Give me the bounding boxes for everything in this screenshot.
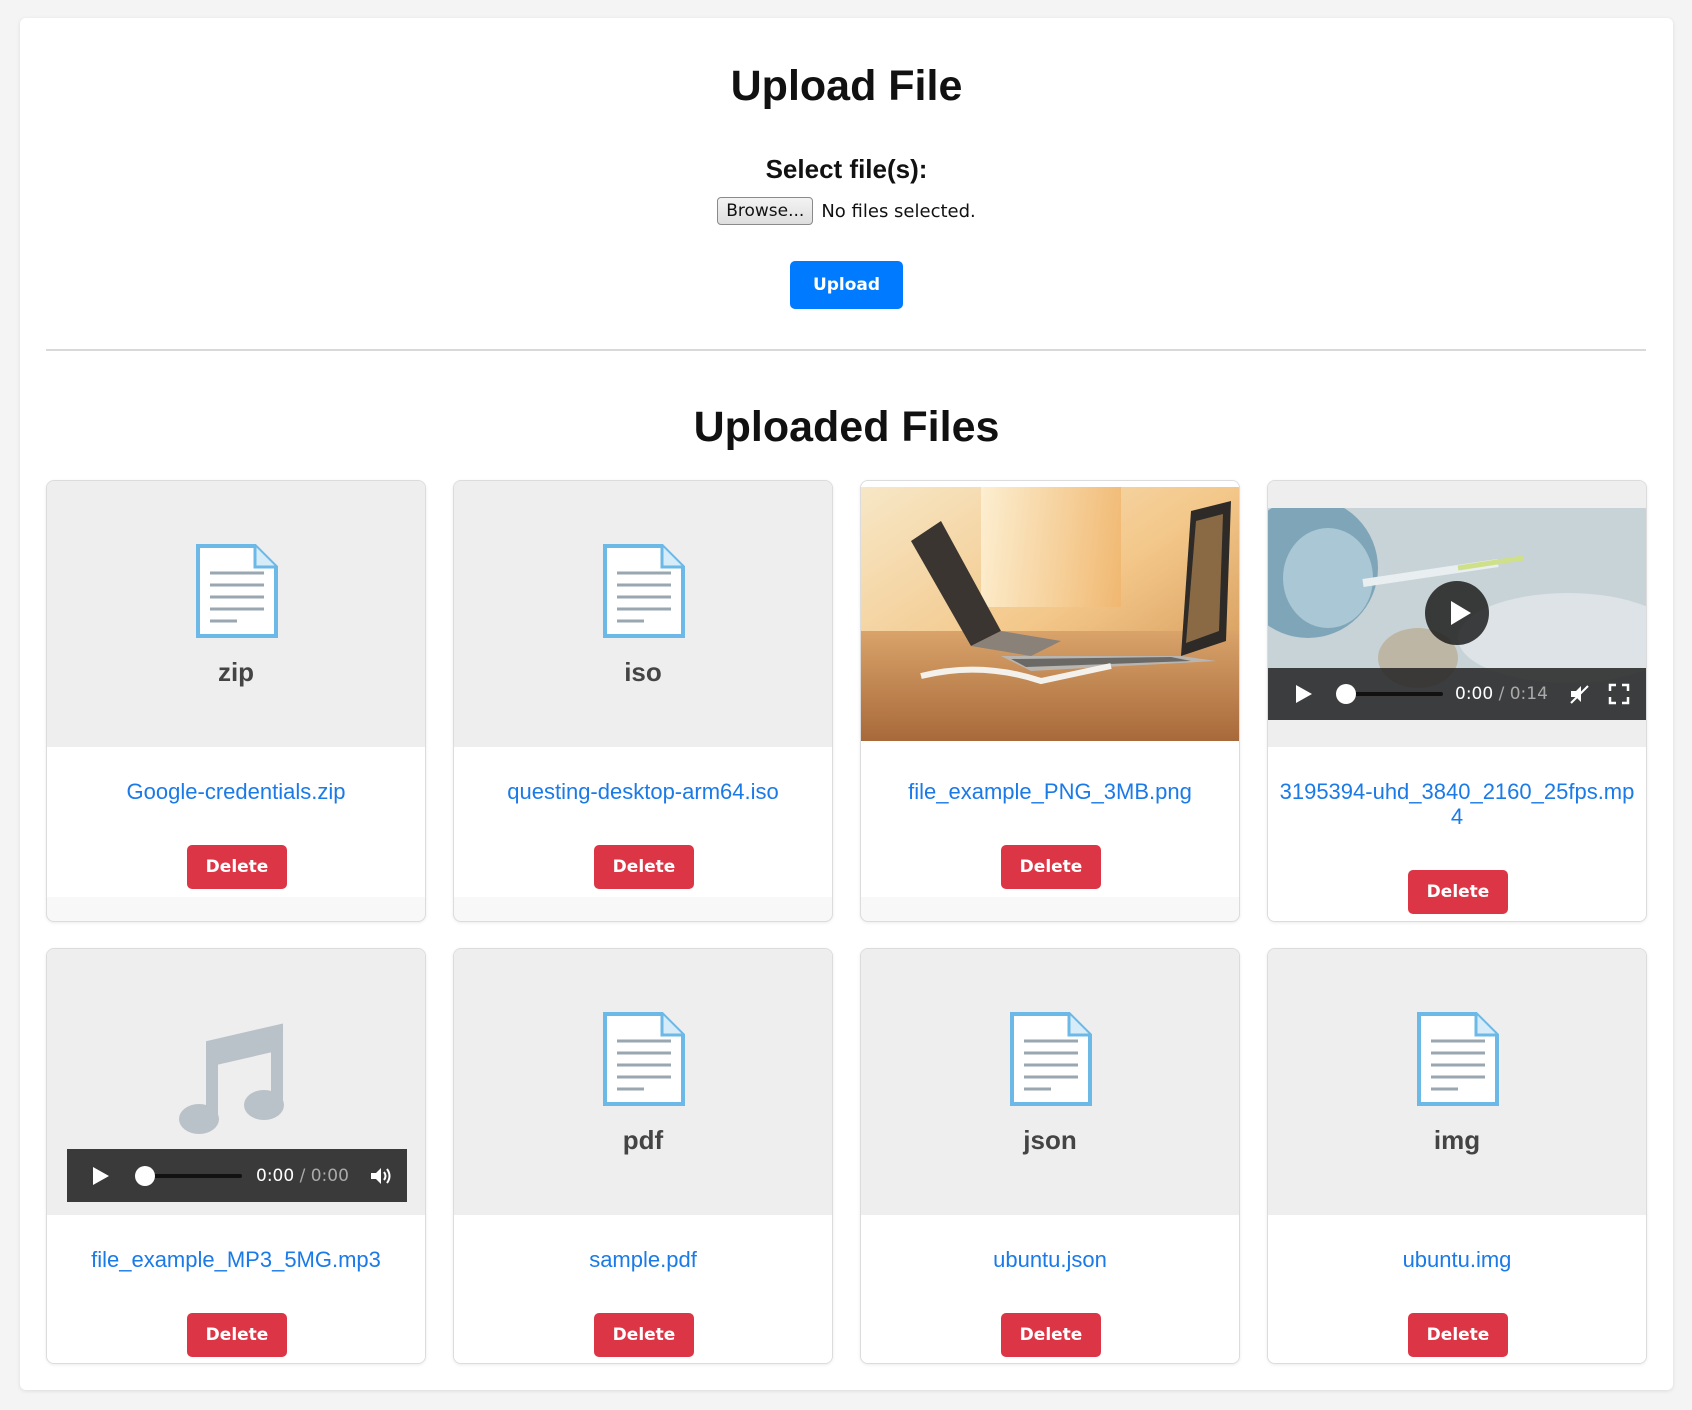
file-card-body: questing-desktop-arm64.iso Delete: [454, 747, 832, 897]
image-thumbnail[interactable]: [861, 481, 1239, 747]
file-link[interactable]: questing-desktop-arm64.iso: [464, 779, 822, 804]
file-extension: img: [1433, 1125, 1481, 1155]
document-icon: [196, 544, 278, 638]
file-card-body: ubuntu.img Delete: [1268, 1215, 1646, 1363]
document-icon: [1417, 1012, 1499, 1106]
browse-button[interactable]: Browse...: [717, 197, 814, 225]
file-input[interactable]: Browse... No files selected.: [20, 197, 1673, 225]
file-extension: iso: [624, 657, 662, 687]
delete-button[interactable]: Delete: [594, 845, 694, 889]
video-controls: 0:00 / 0:14: [1268, 668, 1646, 720]
delete-button[interactable]: Delete: [1408, 1313, 1508, 1357]
upload-button[interactable]: Upload: [790, 261, 903, 309]
audio-time: 0:00 / 0:00: [256, 1165, 349, 1186]
video-time: 0:00 / 0:14: [1455, 684, 1548, 704]
section-divider: [46, 349, 1646, 351]
file-card: 0:00 / 0:14 3195394-uhd_3840_2160_25fps.…: [1267, 480, 1647, 922]
file-card-body: Google-credentials.zip Delete: [47, 747, 425, 897]
delete-button[interactable]: Delete: [1001, 1313, 1101, 1357]
file-preview: 0:00 / 0:00: [47, 949, 425, 1215]
document-icon: [603, 1012, 685, 1106]
delete-button[interactable]: Delete: [594, 1313, 694, 1357]
file-preview: img: [1268, 949, 1646, 1215]
file-card: pdf sample.pdf Delete: [453, 948, 833, 1364]
page-title: Upload File: [730, 62, 963, 110]
file-card-body: file_example_MP3_5MG.mp3 Delete: [47, 1215, 425, 1363]
delete-button[interactable]: Delete: [187, 845, 287, 889]
file-link[interactable]: file_example_MP3_5MG.mp3: [57, 1247, 415, 1272]
file-card: file_example_PNG_3MB.png Delete: [860, 480, 1240, 922]
file-preview: json: [861, 949, 1239, 1215]
play-icon: [1451, 601, 1471, 625]
file-link[interactable]: Google-credentials.zip: [57, 779, 415, 804]
audio-player[interactable]: 0:00 / 0:00: [67, 1149, 407, 1202]
progress-thumb[interactable]: [1336, 684, 1356, 704]
file-preview: iso: [454, 481, 832, 747]
file-link[interactable]: ubuntu.img: [1278, 1247, 1636, 1272]
file-link[interactable]: ubuntu.json: [871, 1247, 1229, 1272]
file-input-status: No files selected.: [821, 200, 976, 222]
file-card: json ubuntu.json Delete: [860, 948, 1240, 1364]
file-link[interactable]: sample.pdf: [464, 1247, 822, 1272]
file-preview: zip: [47, 481, 425, 747]
uploaded-files-title: Uploaded Files: [693, 403, 1000, 451]
file-card: 0:00 / 0:00 file_example_MP3_5MG.mp3 Del…: [46, 948, 426, 1364]
play-icon[interactable]: [89, 1165, 111, 1187]
audio-progress[interactable]: [135, 1165, 242, 1186]
music-note-icon: [179, 1023, 284, 1134]
document-icon: [1010, 1012, 1092, 1106]
file-link[interactable]: file_example_PNG_3MB.png: [871, 779, 1229, 804]
document-icon: [603, 544, 685, 638]
mute-icon[interactable]: [1568, 683, 1590, 705]
file-card: img ubuntu.img Delete: [1267, 948, 1647, 1364]
file-extension: json: [1023, 1125, 1077, 1155]
delete-button[interactable]: Delete: [1001, 845, 1101, 889]
file-card-body: sample.pdf Delete: [454, 1215, 832, 1363]
laptop-photo: [861, 487, 1239, 741]
file-preview: pdf: [454, 949, 832, 1215]
delete-button[interactable]: Delete: [187, 1313, 287, 1357]
delete-button[interactable]: Delete: [1408, 870, 1508, 914]
file-card: iso questing-desktop-arm64.iso Delete: [453, 480, 833, 922]
file-card: zip Google-credentials.zip Delete: [46, 480, 426, 922]
file-card-body: 3195394-uhd_3840_2160_25fps.mp4 Delete: [1268, 747, 1646, 921]
fullscreen-icon[interactable]: [1608, 683, 1630, 705]
play-icon[interactable]: [1292, 683, 1314, 705]
progress-thumb[interactable]: [135, 1165, 155, 1186]
file-preview: 0:00 / 0:14: [1268, 481, 1646, 747]
file-card-body: ubuntu.json Delete: [861, 1215, 1239, 1363]
big-play-button[interactable]: [1425, 581, 1489, 645]
video-player[interactable]: 0:00 / 0:14: [1268, 508, 1646, 720]
file-extension: pdf: [622, 1125, 664, 1155]
volume-icon[interactable]: [369, 1165, 393, 1187]
select-files-label: Select file(s):: [765, 154, 928, 184]
video-progress[interactable]: [1336, 684, 1443, 704]
file-link[interactable]: 3195394-uhd_3840_2160_25fps.mp4: [1278, 779, 1636, 829]
file-card-body: file_example_PNG_3MB.png Delete: [861, 747, 1239, 897]
upload-page: Upload File Select file(s): Browse... No…: [20, 18, 1673, 1390]
file-extension: zip: [217, 657, 255, 687]
